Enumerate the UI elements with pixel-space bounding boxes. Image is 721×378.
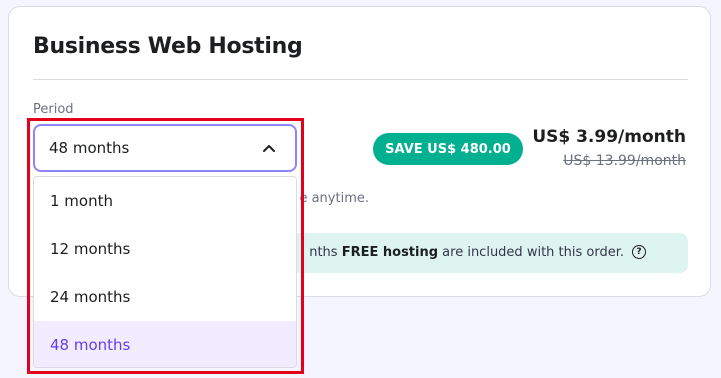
chevron-up-icon [263, 145, 275, 152]
monthly-price: US$ 3.99/month [532, 127, 686, 147]
old-price: US$ 13.99/month [563, 153, 686, 169]
info-prefix: nths [309, 245, 342, 260]
info-text: nths FREE hosting are included with this… [309, 245, 624, 260]
period-option-12-months[interactable]: 12 months [34, 225, 296, 273]
period-option-24-months[interactable]: 24 months [34, 273, 296, 321]
divider [33, 79, 688, 80]
period-select-value: 48 months [49, 139, 130, 157]
period-option-1-month[interactable]: 1 month [34, 177, 296, 225]
period-select[interactable]: 48 months [33, 124, 297, 172]
period-option-48-months[interactable]: 48 months [34, 321, 296, 367]
card-title: Business Web Hosting [33, 34, 303, 59]
info-bold: FREE hosting [341, 245, 439, 260]
help-icon[interactable]: ? [632, 245, 646, 259]
period-dropdown: 1 month 12 months 24 months 48 months [33, 176, 297, 368]
info-suffix: are included with this order. [438, 245, 624, 260]
period-label: Period [33, 102, 74, 117]
save-badge: SAVE US$ 480.00 [373, 133, 523, 165]
